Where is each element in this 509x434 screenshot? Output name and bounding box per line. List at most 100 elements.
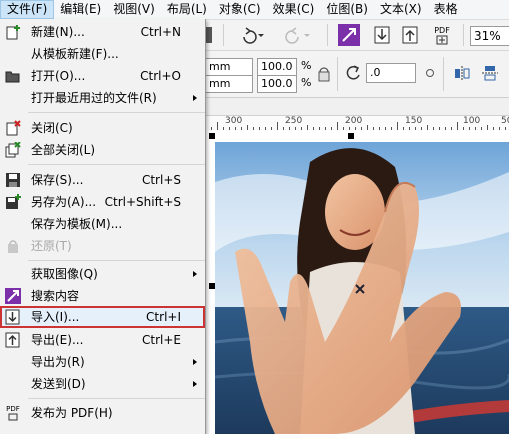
menu-item-export-for[interactable]: 导出为(R)	[0, 351, 205, 373]
menu-item-shortcut: Ctrl+N	[140, 25, 181, 39]
menu-item-import[interactable]: 导入(I)... Ctrl+I	[0, 306, 205, 328]
menu-item-label: 获取图像(Q)	[31, 267, 98, 281]
menu-item-label: 关闭(C)	[31, 121, 73, 135]
toolbar-separator	[463, 24, 464, 46]
rotation-center-icon	[424, 67, 436, 79]
undo-button[interactable]	[235, 25, 265, 45]
menu-item-label: 导出(E)...	[31, 333, 84, 347]
revert-icon	[5, 238, 21, 254]
property-bar: mm mm 100.0 100.0 % % .0	[205, 51, 509, 98]
menu-effects[interactable]: 效果(C)	[267, 0, 321, 19]
menu-item-label: 新建(N)...	[31, 25, 85, 39]
scale-x-unit: %	[301, 59, 312, 72]
search-content-icon	[5, 288, 21, 304]
menu-separator	[28, 112, 205, 113]
rotate-icon	[346, 65, 360, 80]
photo-image	[215, 142, 509, 434]
toolbar-edge	[206, 27, 212, 43]
mirror-horizontal-button[interactable]	[452, 63, 472, 83]
menu-item-acquire-image[interactable]: 获取图像(Q)	[0, 263, 205, 285]
menu-layout[interactable]: 布局(L)	[161, 0, 213, 19]
menu-edit[interactable]: 编辑(E)	[54, 0, 107, 19]
menu-item-label: 发布为 PDF(H)	[31, 406, 113, 420]
import-icon	[5, 309, 21, 325]
menu-view[interactable]: 视图(V)	[107, 0, 161, 19]
menu-object[interactable]: 对象(C)	[213, 0, 267, 19]
toolbar-separator	[443, 57, 444, 91]
menu-file[interactable]: 文件(F)	[0, 0, 55, 19]
menu-item-new-from-template[interactable]: 从模板新建(F)...	[0, 43, 205, 65]
menu-item-label: 保存为模板(M)...	[31, 217, 123, 231]
menu-text[interactable]: 文本(X)	[374, 0, 428, 19]
publish-pdf-button[interactable]: PDF	[430, 23, 454, 47]
mirror-vertical-button[interactable]	[480, 63, 500, 83]
search-content-button[interactable]	[338, 24, 360, 46]
menu-item-search-content[interactable]: 搜索内容	[0, 285, 205, 307]
horizontal-ruler: 300 250 200 150 100 50	[205, 115, 509, 131]
export-icon	[5, 332, 21, 348]
new-document-icon	[5, 24, 21, 40]
redo-icon	[285, 27, 310, 44]
zoom-level-field[interactable]: 31%	[470, 26, 509, 46]
submenu-arrow-icon	[193, 359, 197, 365]
menu-item-export[interactable]: 导出(E)... Ctrl+E	[0, 329, 205, 351]
selection-handle[interactable]	[348, 133, 354, 139]
menu-item-send-to[interactable]: 发送到(D)	[0, 373, 205, 395]
pdf-icon-label: PDF	[434, 25, 450, 35]
search-content-icon	[342, 28, 356, 42]
menu-table[interactable]: 表格	[428, 0, 464, 19]
import-button[interactable]	[372, 24, 392, 46]
lock-ratio-button[interactable]	[315, 61, 333, 87]
open-folder-icon	[5, 68, 21, 84]
menu-item-open[interactable]: 打开(O)... Ctrl+O	[0, 65, 205, 87]
menu-item-new[interactable]: 新建(N)... Ctrl+N	[0, 21, 205, 43]
standard-toolbar: PDF 31%	[205, 20, 509, 51]
placed-photo[interactable]	[215, 142, 509, 434]
menu-item-label: 全部关闭(L)	[31, 143, 96, 157]
menu-item-open-recent[interactable]: 打开最近用过的文件(R)	[0, 87, 205, 109]
save-icon	[5, 172, 21, 188]
toolbar-separator	[223, 24, 224, 46]
close-all-icon	[5, 141, 21, 158]
scale-y-field[interactable]: 100.0	[257, 75, 297, 93]
save-as-icon	[5, 194, 21, 210]
menu-item-label: 从模板新建(F)...	[31, 47, 119, 61]
ruler-label: 150	[405, 116, 423, 126]
pdf-icon	[436, 35, 448, 44]
import-icon	[374, 26, 390, 44]
export-button[interactable]	[400, 24, 420, 46]
menu-item-save-as[interactable]: 另存为(A)... Ctrl+Shift+S	[0, 191, 205, 213]
menu-bitmaps[interactable]: 位图(B)	[320, 0, 374, 19]
height-field[interactable]: mm	[205, 75, 253, 93]
selection-handle[interactable]	[209, 133, 215, 139]
menu-item-label: 打开最近用过的文件(R)	[31, 91, 157, 105]
menu-item-save[interactable]: 保存(S)... Ctrl+S	[0, 169, 205, 191]
pdf-icon-label: PDF	[6, 405, 20, 413]
scale-x-field[interactable]: 100.0	[257, 58, 297, 76]
ruler-label: 300	[225, 116, 243, 126]
circle-icon	[426, 69, 434, 77]
undo-icon	[243, 27, 264, 44]
menu-bar: 文件(F) 编辑(E) 视图(V) 布局(L) 对象(C) 效果(C) 位图(B…	[0, 0, 509, 20]
menu-item-label: 保存(S)...	[31, 173, 84, 187]
toolbar-separator	[337, 57, 338, 91]
menu-item-close[interactable]: 关闭(C)	[0, 117, 205, 139]
menu-item-label: 另存为(A)...	[31, 195, 97, 209]
menu-item-label: 搜索内容	[31, 289, 80, 303]
ruler-tick	[337, 122, 338, 130]
menu-item-label: 导入(I)...	[31, 310, 80, 324]
close-document-icon	[5, 120, 21, 136]
menu-item-label: 导出为(R)	[31, 355, 85, 369]
menu-item-close-all[interactable]: 全部关闭(L)	[0, 139, 205, 161]
redo-button[interactable]	[283, 25, 313, 45]
width-field[interactable]: mm	[205, 58, 253, 76]
ruler-label: 50	[501, 116, 509, 126]
rotation-angle-field[interactable]: .0	[366, 63, 416, 83]
menu-item-save-as-template[interactable]: 保存为模板(M)...	[0, 213, 205, 235]
ruler-label: 200	[345, 116, 363, 126]
menu-item-shortcut: Ctrl+I	[146, 310, 181, 324]
menu-item-publish-pdf[interactable]: PDF 发布为 PDF(H)	[0, 402, 205, 424]
menu-item-label: 还原(T)	[31, 239, 72, 253]
ruler-tick	[277, 122, 278, 130]
menu-separator	[28, 164, 205, 165]
